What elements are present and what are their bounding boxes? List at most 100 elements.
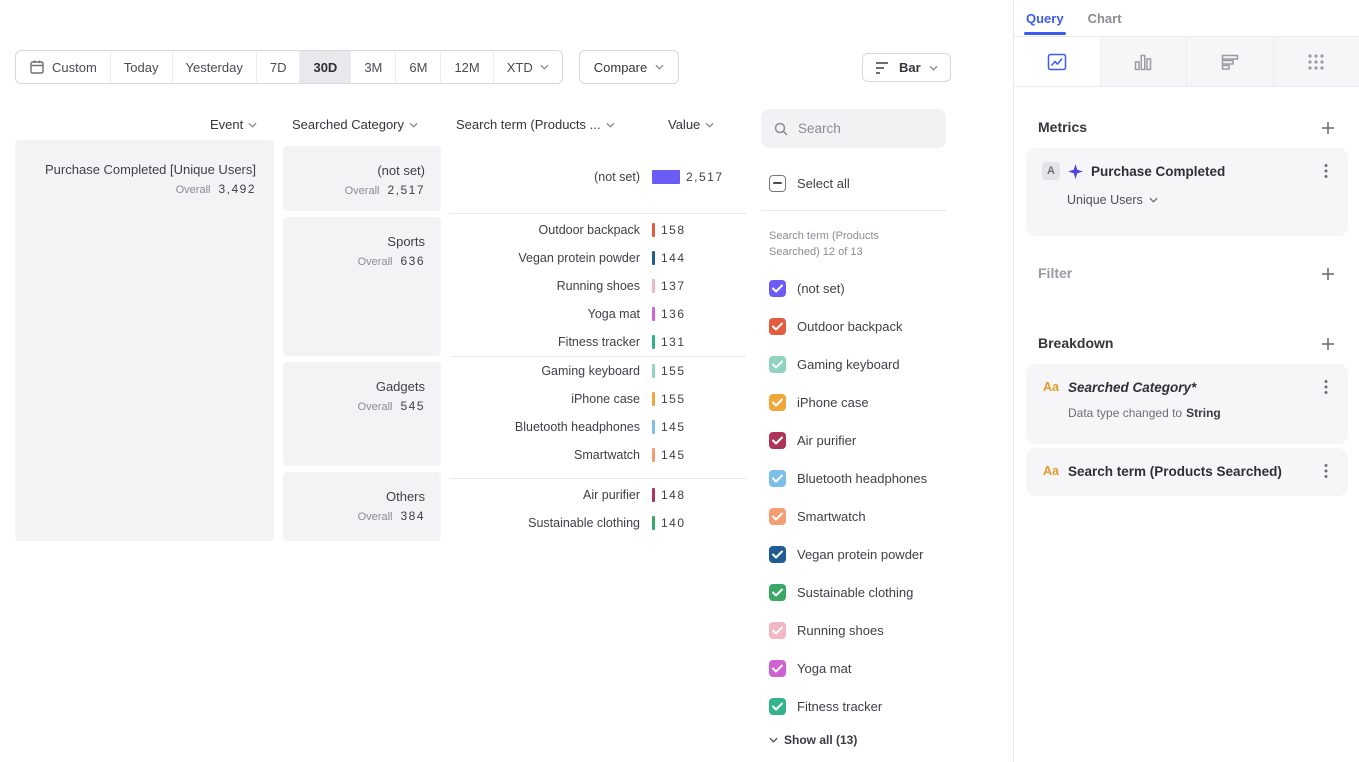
table-row[interactable]: Air purifier 148 [450, 481, 746, 509]
checkbox-checked[interactable] [769, 508, 786, 525]
event-cell[interactable]: Purchase Completed [Unique Users] Overal… [15, 140, 274, 541]
value-bar [652, 223, 655, 237]
column-header-value[interactable]: Value [668, 117, 714, 132]
range-12m-button[interactable]: 12M [440, 51, 492, 83]
series-filter-panel: Select all Search term (Products Searche… [755, 0, 1013, 762]
list-item[interactable]: Air purifier [769, 421, 927, 459]
value-bar [652, 251, 655, 265]
checkbox-checked[interactable] [769, 698, 786, 715]
list-item[interactable]: iPhone case [769, 383, 927, 421]
table-row[interactable]: Fitness tracker 131 [450, 328, 746, 356]
breakdown-card-searched-category[interactable]: Aa Searched Category* Data type changed … [1026, 364, 1348, 444]
range-7d-button[interactable]: 7D [256, 51, 300, 83]
value-text: 137 [661, 279, 686, 293]
range-6m-button[interactable]: 6M [395, 51, 440, 83]
list-item[interactable]: Smartwatch [769, 497, 927, 535]
list-item[interactable]: (not set) [769, 269, 927, 307]
list-item[interactable]: Sustainable clothing [769, 573, 927, 611]
list-item[interactable]: Fitness tracker [769, 687, 927, 725]
term-group: Outdoor backpack 158 Vegan protein powde… [450, 213, 746, 356]
list-item[interactable]: Bluetooth headphones [769, 459, 927, 497]
table-row[interactable]: iPhone case 155 [450, 385, 746, 413]
table-row[interactable]: Yoga mat 136 [450, 300, 746, 328]
checkbox-checked[interactable] [769, 394, 786, 411]
category-cell-gadgets[interactable]: Gadgets Overall 545 [283, 362, 441, 466]
range-xtd-button[interactable]: XTD [493, 51, 562, 83]
value-text: 148 [661, 488, 686, 502]
table-row[interactable]: Outdoor backpack 158 [450, 216, 746, 244]
tab-line-chart[interactable] [1014, 37, 1101, 86]
term-group: (not set) 2,517 [450, 163, 746, 213]
kebab-menu-icon[interactable] [1320, 161, 1332, 181]
column-header-term[interactable]: Search term (Products ... [456, 117, 615, 132]
value-text: 145 [661, 448, 686, 462]
add-filter-button[interactable] [1315, 261, 1341, 287]
value-text: 155 [661, 392, 686, 406]
search-box[interactable] [761, 109, 946, 148]
tab-metric-grid[interactable] [1274, 37, 1359, 86]
checkbox-checked[interactable] [769, 432, 786, 449]
checkbox-checked[interactable] [769, 356, 786, 373]
metric-card[interactable]: A Purchase Completed Unique Users [1026, 148, 1348, 236]
kebab-menu-icon[interactable] [1320, 461, 1332, 481]
checkbox-checked[interactable] [769, 660, 786, 677]
table-row[interactable]: Smartwatch 145 [450, 441, 746, 469]
column-header-event[interactable]: Event [210, 117, 257, 132]
filter-caption: Search term (Products Searched) 12 of 13 [769, 228, 879, 260]
category-name: (not set) [377, 163, 425, 178]
measure-dropdown[interactable]: Unique Users [1067, 193, 1332, 207]
list-item[interactable]: Outdoor backpack [769, 307, 927, 345]
value-bar [652, 448, 655, 462]
tab-bar-chart[interactable] [1101, 37, 1188, 86]
select-all-checkbox[interactable] [769, 175, 786, 192]
tab-query[interactable]: Query [1026, 11, 1064, 26]
select-all-row[interactable]: Select all [769, 175, 850, 192]
list-item-label: Air purifier [797, 433, 856, 448]
checkbox-checked[interactable] [769, 280, 786, 297]
range-3m-button[interactable]: 3M [350, 51, 395, 83]
table-row[interactable]: Gaming keyboard 155 [450, 357, 746, 385]
chevron-down-icon [1149, 197, 1158, 203]
value-text: 144 [661, 251, 686, 265]
table-row[interactable]: Running shoes 137 [450, 272, 746, 300]
checkbox-checked[interactable] [769, 584, 786, 601]
tab-stacked-chart[interactable] [1187, 37, 1274, 86]
add-metric-button[interactable] [1315, 115, 1341, 141]
checkbox-checked[interactable] [769, 318, 786, 335]
value-text: 155 [661, 364, 686, 378]
show-all-button[interactable]: Show all (13) [769, 733, 857, 747]
table-row[interactable]: Vegan protein powder 144 [450, 244, 746, 272]
range-yesterday-button[interactable]: Yesterday [172, 51, 256, 83]
list-item[interactable]: Vegan protein powder [769, 535, 927, 573]
custom-date-button[interactable]: Custom [16, 51, 110, 83]
checkbox-checked[interactable] [769, 622, 786, 639]
table-row[interactable]: (not set) 2,517 [450, 163, 746, 191]
category-cell-sports[interactable]: Sports Overall 636 [283, 217, 441, 356]
term-label: Yoga mat [450, 307, 640, 321]
tab-chart[interactable]: Chart [1088, 11, 1122, 26]
list-item[interactable]: Gaming keyboard [769, 345, 927, 383]
search-input[interactable] [798, 121, 934, 136]
category-cell-not-set[interactable]: (not set) Overall 2,517 [283, 146, 441, 211]
compare-button[interactable]: Compare [579, 50, 679, 84]
checkbox-checked[interactable] [769, 546, 786, 563]
chart-type-tabs [1014, 36, 1359, 87]
checkbox-checked[interactable] [769, 470, 786, 487]
kebab-menu-icon[interactable] [1320, 377, 1332, 397]
breakdown-card-search-term[interactable]: Aa Search term (Products Searched) [1026, 448, 1348, 496]
category-cell-others[interactable]: Others Overall 384 [283, 472, 441, 541]
range-today-button[interactable]: Today [110, 51, 172, 83]
category-name: Others [386, 489, 425, 504]
list-item[interactable]: Running shoes [769, 611, 927, 649]
range-30d-button[interactable]: 30D [299, 51, 350, 83]
list-item-label: Vegan protein powder [797, 547, 923, 562]
column-header-category[interactable]: Searched Category [292, 117, 418, 132]
series-checkbox-list: (not set) Outdoor backpack Gaming keyboa… [769, 269, 927, 725]
list-item[interactable]: Yoga mat [769, 649, 927, 687]
term-label: Air purifier [450, 488, 640, 502]
table-row[interactable]: Sustainable clothing 140 [450, 509, 746, 537]
series-letter-badge: A [1042, 162, 1060, 180]
add-breakdown-button[interactable] [1315, 331, 1341, 357]
category-name: Gadgets [376, 379, 425, 394]
table-row[interactable]: Bluetooth headphones 145 [450, 413, 746, 441]
